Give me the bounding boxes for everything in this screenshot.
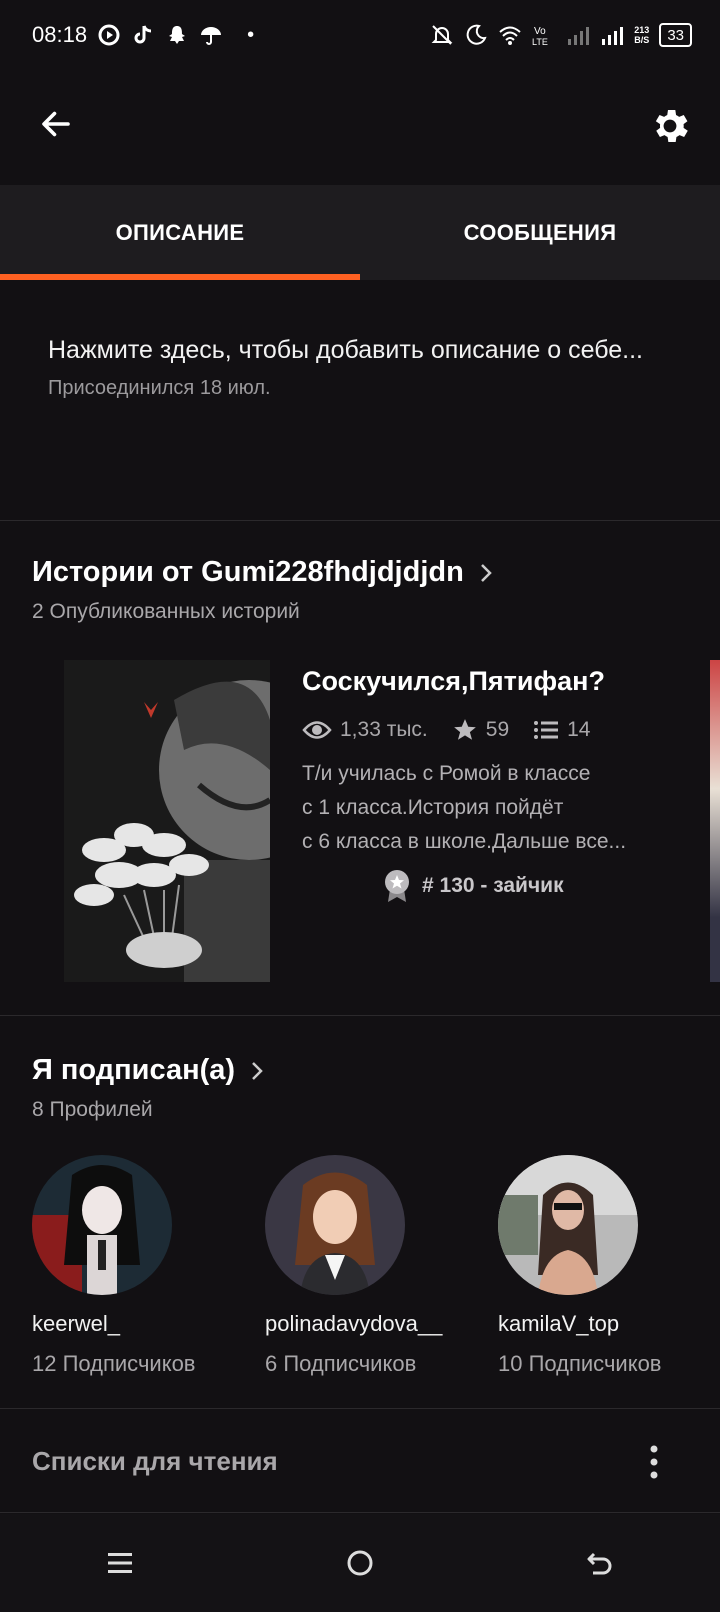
menu-icon — [108, 1553, 132, 1573]
tab-description[interactable]: ОПИСАНИЕ — [0, 185, 360, 280]
story-card[interactable]: Соскучился,Пятифан? 1,33 тыс. 59 14 Т/и … — [64, 660, 704, 982]
story-parts: 14 — [533, 718, 590, 742]
status-bar: 08:18 • Vo LTE 213 B/S 33 — [0, 0, 720, 70]
gear-icon — [655, 110, 688, 142]
star-icon — [453, 719, 476, 740]
profile-followers: 12 Подписчиков — [32, 1351, 196, 1376]
story-stats: 1,33 тыс. 59 14 — [302, 717, 672, 743]
back-return-icon — [587, 1552, 612, 1575]
status-time: 08:18 — [32, 22, 88, 47]
home-button[interactable] — [320, 1533, 400, 1593]
list-icon — [534, 721, 559, 739]
avatar-image — [498, 1155, 638, 1295]
story-votes-count: 59 — [485, 718, 510, 741]
reading-lists-title: Списки для чтения — [32, 1446, 278, 1476]
next-story-cover-peek[interactable] — [710, 660, 720, 982]
avatar[interactable] — [32, 1155, 172, 1295]
story-rank-text: # 130 - зайчик — [422, 874, 564, 897]
system-navigation-bar — [0, 1514, 720, 1612]
tab-messages-label: СООБЩЕНИЯ — [463, 219, 617, 245]
story-views: 1,33 тыс. — [302, 718, 428, 742]
arrow-left-icon — [42, 111, 70, 137]
umbrella-icon — [201, 27, 222, 45]
volte-icon: VoLTE — [532, 26, 548, 47]
joined-date: Присоединился 18 июл. — [48, 377, 271, 399]
profile-card[interactable]: keerwel_ 12 Подписчиков — [32, 1155, 257, 1377]
recent-apps-button[interactable] — [80, 1533, 160, 1593]
story-cover-image[interactable] — [64, 660, 270, 982]
stories-count: 2 Опубликованных историй — [32, 600, 300, 623]
bell-off-icon — [431, 25, 453, 45]
story-views-count: 1,33 тыс. — [340, 718, 428, 741]
divider — [0, 520, 720, 521]
top-app-bar — [0, 78, 720, 178]
snapchat-icon — [169, 26, 186, 44]
add-description-prompt[interactable]: Нажмите здесь, чтобы добавить описание о… — [48, 330, 668, 371]
circle-home-icon — [347, 1550, 373, 1576]
story-title: Соскучился,Пятифан? — [302, 666, 605, 696]
profile-username: keerwel_ — [32, 1311, 121, 1336]
eye-icon — [302, 721, 332, 739]
signal-strong-icon — [602, 27, 624, 45]
following-count: 8 Профилей — [32, 1098, 153, 1121]
cover-illustration — [64, 660, 270, 982]
more-options-button[interactable] — [634, 1440, 674, 1484]
system-back-button[interactable] — [560, 1533, 640, 1593]
app-notification-icon — [98, 24, 120, 46]
svg-text:LTE: LTE — [532, 37, 548, 47]
story-rank-badge[interactable]: # 130 - зайчик — [382, 869, 672, 903]
more-vertical-icon — [650, 1445, 658, 1479]
award-ribbon-icon — [385, 870, 409, 902]
avatar-image — [265, 1155, 405, 1295]
story-description: Т/и училась с Ромой в классе с 1 класса.… — [302, 757, 662, 859]
profile-username: kamilaV_top — [498, 1311, 620, 1336]
signal-weak-icon — [568, 27, 590, 45]
story-description-line: Т/и училась с Ромой в классе — [302, 762, 591, 785]
story-info: Соскучился,Пятифан? 1,33 тыс. 59 14 Т/и … — [302, 666, 672, 903]
network-speed: 213 B/S — [634, 25, 650, 45]
avatar[interactable] — [498, 1155, 638, 1295]
battery-indicator: 33 — [659, 23, 692, 47]
following-section-title: Я подписан(а) — [32, 1054, 236, 1086]
tab-description-label: ОПИСАНИЕ — [115, 219, 245, 245]
battery-level: 33 — [667, 26, 684, 44]
story-description-line: с 6 класса в школе.Дальше все... — [302, 830, 627, 853]
reading-lists-section[interactable]: Списки для чтения — [0, 1410, 720, 1510]
settings-button[interactable] — [642, 98, 698, 154]
divider — [0, 1015, 720, 1016]
chevron-right-icon — [252, 1061, 263, 1080]
avatar-image — [32, 1155, 172, 1295]
following-section-header[interactable]: Я подписан(а) — [32, 1054, 267, 1087]
story-votes: 59 — [452, 717, 509, 743]
divider — [0, 1408, 720, 1409]
profile-username: polinadavydova__ — [265, 1311, 443, 1336]
wifi-icon — [499, 26, 521, 45]
tab-messages[interactable]: СООБЩЕНИЯ — [360, 185, 720, 280]
stories-section-header[interactable]: Истории от Gumi228fhdjdjdjdn — [32, 556, 496, 589]
chevron-right-icon — [480, 563, 492, 582]
profile-card[interactable]: polinadavydova__ 6 Подписчиков — [265, 1155, 490, 1377]
avatar[interactable] — [265, 1155, 405, 1295]
profile-tabs: ОПИСАНИЕ СООБЩЕНИЯ — [0, 185, 720, 280]
profile-followers: 10 Подписчиков — [498, 1351, 662, 1376]
profile-followers: 6 Подписчиков — [265, 1351, 417, 1376]
tiktok-icon — [134, 25, 152, 44]
profile-card[interactable]: kamilaV_top 10 Подписчиков — [498, 1155, 720, 1377]
divider — [0, 1512, 720, 1513]
story-parts-count: 14 — [567, 718, 591, 741]
svg-text:Vo: Vo — [534, 26, 546, 37]
story-description-line: с 1 класса.История пойдёт — [302, 796, 564, 819]
status-dot: • — [247, 23, 255, 46]
moon-icon — [466, 24, 487, 45]
back-button[interactable] — [30, 98, 82, 150]
stories-section-title: Истории от Gumi228fhdjdjdjdn — [32, 556, 464, 588]
about-section[interactable]: Нажмите здесь, чтобы добавить описание о… — [48, 330, 668, 400]
